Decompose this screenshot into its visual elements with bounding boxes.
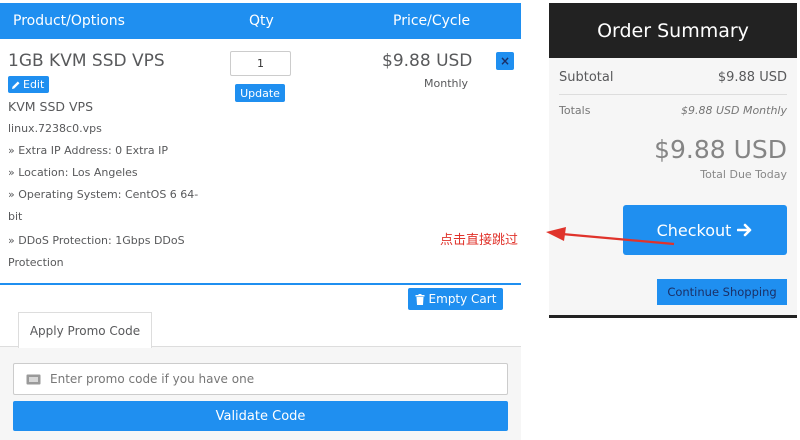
item-price: $9.88 USD [382,51,473,71]
summary-divider [559,94,787,95]
header-price: Price/Cycle [393,13,471,29]
product-group: KVM SSD VPS [8,99,93,114]
ticket-icon [26,374,41,385]
header-qty: Qty [249,13,274,29]
annotation-label: 点击直接跳过 [440,233,519,248]
edit-button[interactable]: Edit [8,76,50,93]
close-icon: × [499,54,511,68]
edit-label: Edit [23,78,45,91]
cart-table-header: Product/Options Qty Price/Cycle [0,3,521,39]
continue-shopping-button[interactable]: Continue Shopping [657,279,787,305]
promo-code-input[interactable] [48,364,503,394]
total-due-amount: $9.88 USD [654,135,787,164]
total-due-label: Total Due Today [700,168,787,181]
empty-cart-button[interactable]: Empty Cart [408,288,503,310]
promo-input-wrapper [13,363,508,395]
config-option: » Extra IP Address: 0 Extra IP [8,144,169,157]
header-product: Product/Options [13,13,125,29]
totals-label: Totals [559,104,591,117]
empty-cart-label: Empty Cart [428,292,497,306]
subtotal-label: Subtotal [559,70,614,85]
product-domain: linux.7238c0.vps [8,122,102,135]
totals-value: $9.88 USD Monthly [680,104,787,117]
product-name: 1GB KVM SSD VPS [8,51,165,71]
annotation-arrow-icon [546,227,675,246]
pencil-icon [12,81,20,89]
trash-icon [415,293,425,305]
config-option: » DDoS Protection: 1Gbps DDoS Protection [8,234,185,269]
validate-code-button[interactable]: Validate Code [13,401,508,431]
remove-item-button[interactable]: × [496,52,514,70]
config-option: » Operating System: CentOS 6 64-bit [8,188,199,223]
item-cycle: Monthly [424,77,469,90]
config-option: » Location: Los Angeles [8,166,138,179]
order-summary-title: Order Summary [549,3,797,58]
order-summary: Order Summary Subtotal $9.88 USD Totals … [549,3,797,318]
cart-item-row: 1GB KVM SSD VPS Edit KVM SSD VPS linux.7… [0,39,521,285]
tab-apply-promo-code[interactable]: Apply Promo Code [18,312,152,348]
quantity-input[interactable] [230,51,291,76]
subtotal-value: $9.88 USD [717,70,787,85]
update-button[interactable]: Update [235,84,285,102]
arrow-right-icon [737,223,752,237]
